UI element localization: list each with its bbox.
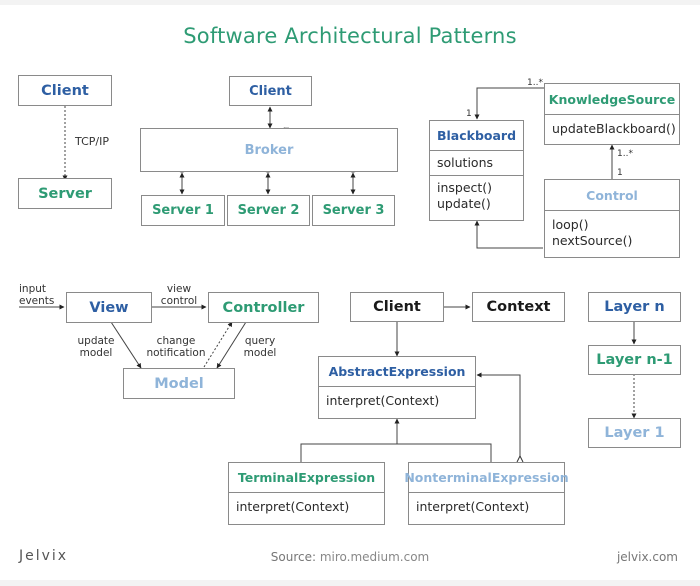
label-line: query [244, 335, 276, 347]
nonterminal-expression-class: NonterminalExpression interpret(Context) [404, 462, 569, 525]
interpreter-client-box: Client [350, 292, 444, 322]
interpreter-client-label: Client [373, 299, 421, 315]
view-label: View [89, 299, 129, 316]
label-line: model [243, 347, 277, 359]
label-line: update [77, 335, 115, 347]
layer-n1-box: Layer n-1 [588, 345, 681, 375]
model-label: Model [154, 375, 204, 392]
interpreter-context-box: Context [472, 292, 565, 322]
terminal-expression-class: TerminalExpression interpret(Context) [228, 462, 385, 525]
label-line: change [156, 335, 196, 347]
server3-label: Server 3 [322, 203, 385, 218]
nonterminal-aggregation-connector [476, 372, 521, 462]
method-next-source: nextSource() [552, 233, 633, 248]
server1-label: Server 1 [152, 203, 214, 218]
label-line: view [166, 283, 192, 295]
layer-1-label: Layer 1 [604, 425, 665, 441]
method-interpret: interpret(Context) [326, 393, 440, 408]
control-to-blackboard-connector [474, 220, 543, 249]
method-interpret: interpret(Context) [416, 499, 530, 514]
broker-client-label: Client [249, 83, 292, 99]
method-update-blackboard: updateBlackboard() [552, 121, 676, 136]
abstract-expression-class: AbstractExpression interpret(Context) [318, 356, 476, 419]
input-events-label: input events [19, 283, 54, 307]
terminal-inherit-connector [300, 443, 492, 462]
terminal-expression-name: TerminalExpression [229, 463, 384, 493]
query-model-label: query model [240, 335, 280, 359]
tcpip-label: TCP/IP [75, 135, 109, 148]
label-line: events [19, 295, 55, 307]
mult-control-ks-target: 1..* [617, 149, 633, 159]
mult-control-ks-source: 1 [617, 168, 623, 178]
method-interpret: interpret(Context) [236, 499, 350, 514]
attribute-solutions: solutions [437, 155, 494, 170]
ks-to-blackboard-connector [474, 87, 544, 120]
cs-server-label: Server [38, 185, 92, 202]
blackboard-class: Blackboard solutions inspect() update() [429, 120, 524, 221]
knowledge-source-class: KnowledgeSource updateBlackboard() [544, 83, 680, 145]
blackboard-attributes: solutions [430, 151, 523, 175]
mvc-controller-box: Controller [208, 292, 319, 323]
nonterminal-expression-name: NonterminalExpression [404, 463, 569, 493]
broker-box: Broker [140, 128, 398, 172]
method-update: update() [437, 196, 491, 211]
change-notification-label: change notification [146, 335, 206, 359]
label-line: control [160, 295, 198, 307]
layer-n-box: Layer n [588, 292, 681, 322]
layer-1-box: Layer 1 [588, 418, 681, 448]
brand-url: jelvix.com [616, 550, 678, 564]
broker-server3-box: Server 3 [312, 195, 395, 226]
abstract-expression-name: AbstractExpression [319, 357, 475, 387]
broker-server2-box: Server 2 [227, 195, 310, 226]
update-model-label: update model [73, 335, 119, 359]
change-notification-connector [203, 321, 233, 368]
server2-label: Server 2 [237, 203, 300, 218]
controller-label: Controller [222, 299, 305, 316]
knowledge-source-methods: updateBlackboard() [545, 115, 679, 141]
source-value: miro.medium.com [319, 550, 430, 564]
view-control-label: view control [157, 283, 201, 307]
source-credit: Source: miro.medium.com [0, 550, 700, 564]
cs-client-label: Client [41, 82, 89, 99]
nonterminal-expression-methods: interpret(Context) [409, 493, 564, 519]
mult-ks-bb-target: 1 [466, 109, 472, 119]
layer-n1-label: Layer n-1 [596, 352, 673, 368]
broker-client-box: Client [229, 76, 312, 106]
context-label: Context [486, 299, 551, 315]
broker-label: Broker [244, 143, 294, 158]
method-inspect: inspect() [437, 180, 493, 195]
mvc-model-box: Model [123, 368, 235, 399]
cs-client-box: Client [18, 75, 112, 106]
bottom-bar [0, 580, 700, 586]
blackboard-class-name: Blackboard [430, 121, 523, 151]
mvc-view-box: View [66, 292, 152, 323]
method-loop: loop() [552, 217, 589, 232]
control-class-name: Control [545, 180, 679, 211]
broker-server1-box: Server 1 [141, 195, 225, 226]
control-methods: loop() nextSource() [545, 211, 679, 253]
blackboard-methods: inspect() update() [430, 175, 523, 216]
label-line: input [19, 283, 47, 295]
mult-ks-bb-source: 1..* [527, 78, 543, 88]
source-label: Source: [270, 550, 317, 564]
abstract-expression-methods: interpret(Context) [319, 387, 475, 413]
terminal-expression-methods: interpret(Context) [229, 493, 384, 519]
label-line: notification [146, 347, 206, 359]
cs-server-box: Server [18, 178, 112, 209]
control-class: Control loop() nextSource() [544, 179, 680, 258]
layer-n-label: Layer n [604, 299, 665, 315]
knowledge-source-class-name: KnowledgeSource [545, 84, 679, 115]
label-line: model [79, 347, 113, 359]
